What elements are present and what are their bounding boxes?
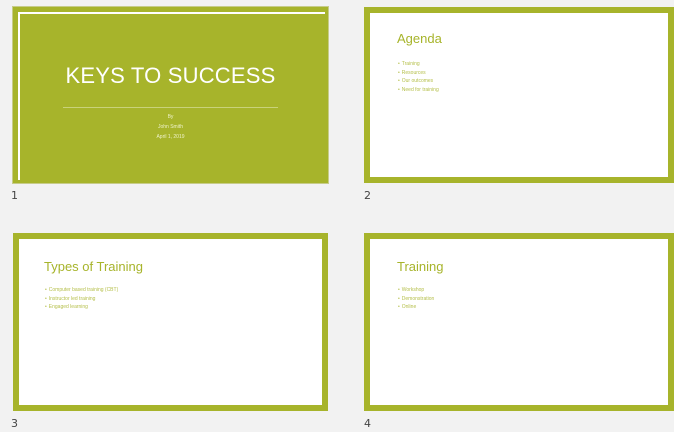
slide-title: Agenda bbox=[397, 31, 442, 46]
slide-thumbnail-1[interactable]: KEYS TO SUCCESS By John Smith April 1, 2… bbox=[13, 7, 328, 183]
slide-date: April 1, 2019 bbox=[156, 134, 185, 140]
slide-bullet-list: Training Resources Our outcomes Need for… bbox=[398, 60, 439, 94]
slide-thumbnail-4[interactable]: Training Workshop Demonstration Online bbox=[364, 233, 674, 411]
slide-frame bbox=[18, 12, 325, 180]
bullet-item: Need for training bbox=[398, 86, 439, 95]
bullet-item: Instructor led training bbox=[45, 295, 118, 304]
bullet-item: Our outcomes bbox=[398, 77, 439, 86]
slide-number-4: 4 bbox=[364, 417, 371, 430]
slide-title: Training bbox=[397, 259, 444, 274]
slide-byline: By bbox=[167, 114, 174, 120]
slide-title: Types of Training bbox=[44, 259, 143, 274]
slide-bullet-list: Workshop Demonstration Online bbox=[398, 286, 435, 312]
slide-thumbnail-2[interactable]: Agenda Training Resources Our outcomes N… bbox=[364, 7, 674, 183]
slide-title: KEYS TO SUCCESS bbox=[65, 63, 276, 88]
bullet-item: Training bbox=[398, 60, 439, 69]
slide-number-1: 1 bbox=[11, 189, 18, 202]
bullet-item: Online bbox=[398, 303, 434, 312]
slide-number-2: 2 bbox=[364, 189, 371, 202]
bullet-item: Workshop bbox=[398, 286, 434, 295]
slide-sorter: KEYS TO SUCCESS By John Smith April 1, 2… bbox=[0, 0, 674, 432]
slide-number-3: 3 bbox=[11, 417, 18, 430]
bullet-item: Resources bbox=[398, 69, 439, 78]
bullet-item: Computer based training (CBT) bbox=[45, 286, 118, 295]
slide-thumbnail-3[interactable]: Types of Training Computer based trainin… bbox=[13, 233, 328, 411]
bullet-item: Engaged learning bbox=[45, 303, 118, 312]
slide-author: John Smith bbox=[157, 124, 183, 130]
title-divider bbox=[63, 107, 278, 108]
slide-bullet-list: Computer based training (CBT) Instructor… bbox=[45, 286, 118, 312]
bullet-item: Demonstration bbox=[398, 295, 435, 304]
